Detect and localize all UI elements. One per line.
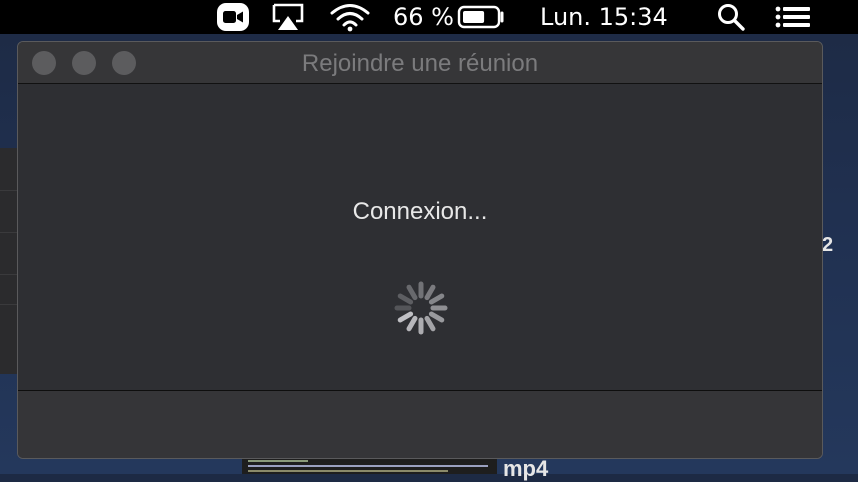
loading-spinner-icon xyxy=(394,281,448,335)
airplay-icon[interactable] xyxy=(269,0,307,34)
menu-bar: 66 % Lun. 15:34 xyxy=(0,0,858,34)
spinner-spoke xyxy=(424,284,436,301)
menubar-clock[interactable]: Lun. 15:34 xyxy=(540,0,668,34)
battery-icon[interactable] xyxy=(457,0,505,34)
window-titlebar[interactable]: Rejoindre une réunion xyxy=(18,42,822,84)
background-file-label: mp4 xyxy=(503,456,549,481)
spinner-spoke xyxy=(397,293,414,305)
window-footer xyxy=(18,390,822,458)
background-text-fragment: 2 xyxy=(822,234,834,256)
battery-percentage[interactable]: 66 % xyxy=(393,0,454,34)
spinner-spoke xyxy=(424,315,436,332)
spotlight-search-icon[interactable] xyxy=(716,0,746,34)
spinner-spoke xyxy=(428,311,445,323)
window-content: Connexion... xyxy=(18,84,822,390)
spinner-spoke xyxy=(406,284,418,301)
wifi-icon[interactable] xyxy=(330,0,370,34)
spinner-spoke xyxy=(406,315,418,332)
join-meeting-window: Rejoindre une réunion Connexion... xyxy=(17,41,823,459)
spinner-spoke xyxy=(397,311,414,323)
notification-center-icon[interactable] xyxy=(774,0,812,34)
window-title: Rejoindre une réunion xyxy=(301,50,539,77)
zoom-icon[interactable] xyxy=(216,0,250,34)
connection-status: Connexion... xyxy=(352,198,488,225)
spinner-spoke xyxy=(428,293,445,305)
